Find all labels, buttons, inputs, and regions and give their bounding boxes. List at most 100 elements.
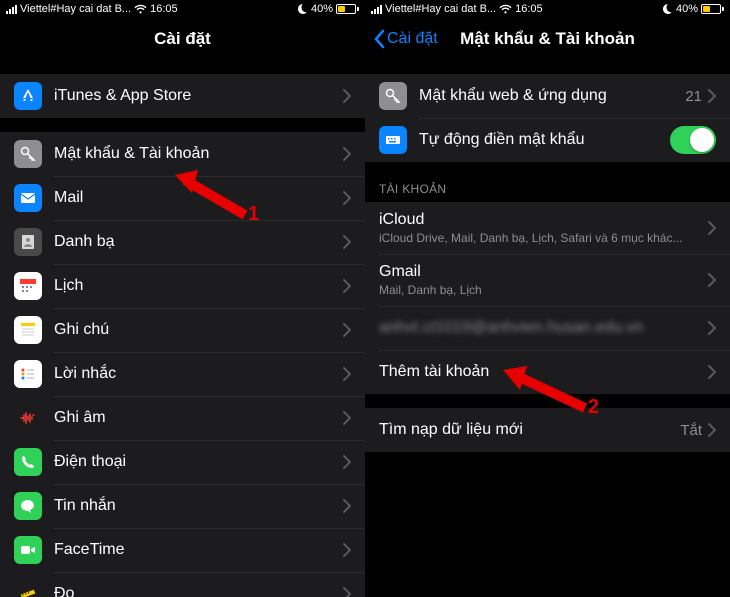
status-bar: Viettel#Hay cai dat B... 16:05 40% — [0, 0, 365, 18]
time-text: 16:05 — [515, 3, 543, 15]
cell-label: Gmail — [379, 263, 708, 281]
passwords-accounts-screen: Viettel#Hay cai dat B... 16:05 40% Cài đ… — [365, 0, 730, 597]
cell-voicememo[interactable]: Ghi âm — [0, 396, 365, 440]
messages-icon — [14, 492, 42, 520]
cell-autofill-passwords[interactable]: Tự động điền mật khẩu — [365, 118, 730, 162]
chevron-right-icon — [343, 235, 351, 249]
settings-group-main: Mật khẩu & Tài khoản Mail Danh bạ Lịch G… — [0, 132, 365, 597]
chevron-right-icon — [343, 279, 351, 293]
chevron-right-icon — [343, 587, 351, 597]
appstore-icon — [14, 82, 42, 110]
cell-label: Mail — [54, 189, 343, 207]
cell-label: Lời nhắc — [54, 365, 343, 383]
cell-account-custom[interactable]: anhvt.ct1019@anhvien.husan.edu.vn — [365, 306, 730, 350]
cell-label: Danh bạ — [54, 233, 343, 251]
cell-label: anhvt.ct1019@anhvien.husan.edu.vn — [379, 319, 708, 337]
reminders-icon — [14, 360, 42, 388]
settings-screen: Viettel#Hay cai dat B... 16:05 40% Cài đ… — [0, 0, 365, 597]
chevron-right-icon — [343, 147, 351, 161]
cell-reminders[interactable]: Lời nhắc — [0, 352, 365, 396]
cell-label: Điện thoại — [54, 453, 343, 471]
cell-value: 21 — [685, 88, 702, 105]
nav-bar: Cài đặt Mật khẩu & Tài khoản — [365, 18, 730, 60]
battery-icon — [701, 4, 724, 14]
dnd-icon — [663, 4, 673, 14]
settings-group-store: iTunes & App Store — [0, 74, 365, 118]
mail-icon — [14, 184, 42, 212]
cell-phone[interactable]: Điện thoại — [0, 440, 365, 484]
cell-mail[interactable]: Mail — [0, 176, 365, 220]
cell-label: Thêm tài khoản — [379, 363, 708, 381]
chevron-right-icon — [708, 273, 716, 287]
cell-facetime[interactable]: FaceTime — [0, 528, 365, 572]
cell-label: iTunes & App Store — [54, 87, 343, 105]
cell-label: Đo — [54, 585, 343, 597]
cell-label: Ghi chú — [54, 321, 343, 339]
cell-account-gmail[interactable]: Gmail Mail, Danh bạ, Lịch — [365, 254, 730, 306]
cell-label: Mật khẩu & Tài khoản — [54, 145, 343, 163]
page-title: Mật khẩu & Tài khoản — [460, 29, 635, 49]
cell-itunes-appstore[interactable]: iTunes & App Store — [0, 74, 365, 118]
cell-passwords-accounts[interactable]: Mật khẩu & Tài khoản — [0, 132, 365, 176]
chevron-right-icon — [343, 543, 351, 557]
dnd-icon — [298, 4, 308, 14]
chevron-right-icon — [343, 191, 351, 205]
cell-contacts[interactable]: Danh bạ — [0, 220, 365, 264]
chevron-right-icon — [343, 411, 351, 425]
chevron-right-icon — [708, 89, 716, 103]
calendar-icon — [14, 272, 42, 300]
cell-messages[interactable]: Tin nhắn — [0, 484, 365, 528]
cell-subtitle: iCloud Drive, Mail, Danh bạ, Lịch, Safar… — [379, 231, 708, 245]
battery-text: 40% — [676, 3, 698, 15]
notes-icon — [14, 316, 42, 344]
carrier-text: Viettel#Hay cai dat B... — [385, 3, 496, 15]
time-text: 16:05 — [150, 3, 178, 15]
cell-fetch-new-data[interactable]: Tìm nạp dữ liệu mới Tắt — [365, 408, 730, 452]
page-title: Cài đặt — [154, 29, 211, 49]
chevron-right-icon — [343, 323, 351, 337]
phone-icon — [14, 448, 42, 476]
cell-calendar[interactable]: Lịch — [0, 264, 365, 308]
wifi-icon — [499, 4, 512, 14]
cell-measure[interactable]: Đo — [0, 572, 365, 597]
group-header: TÀI KHOẢN — [365, 176, 730, 202]
group-password-settings: Mật khẩu web & ứng dụng 21 Tự động điền … — [365, 74, 730, 162]
autofill-toggle[interactable] — [670, 126, 716, 154]
cell-value: Tắt — [680, 422, 702, 439]
cell-account-icloud[interactable]: iCloud iCloud Drive, Mail, Danh bạ, Lịch… — [365, 202, 730, 254]
cell-label: Ghi âm — [54, 409, 343, 427]
chevron-right-icon — [343, 499, 351, 513]
chevron-right-icon — [708, 423, 716, 437]
chevron-right-icon — [708, 321, 716, 335]
chevron-right-icon — [343, 455, 351, 469]
cell-add-account[interactable]: Thêm tài khoản — [365, 350, 730, 394]
measure-icon — [14, 580, 42, 597]
cell-label: Mật khẩu web & ứng dụng — [419, 87, 685, 105]
cell-label: Lịch — [54, 277, 343, 295]
cell-label: Tự động điền mật khẩu — [419, 131, 670, 149]
cell-subtitle: Mail, Danh bạ, Lịch — [379, 283, 708, 297]
cell-label: Tìm nạp dữ liệu mới — [379, 421, 680, 439]
carrier-text: Viettel#Hay cai dat B... — [20, 3, 131, 15]
facetime-icon — [14, 536, 42, 564]
cell-label: Tin nhắn — [54, 497, 343, 515]
status-bar: Viettel#Hay cai dat B... 16:05 40% — [365, 0, 730, 18]
signal-icon — [6, 5, 17, 14]
group-fetch: Tìm nạp dữ liệu mới Tắt — [365, 408, 730, 452]
back-button[interactable]: Cài đặt — [373, 29, 438, 49]
chevron-right-icon — [343, 367, 351, 381]
battery-icon — [336, 4, 359, 14]
nav-bar: Cài đặt — [0, 18, 365, 60]
signal-icon — [371, 5, 382, 14]
key-icon — [14, 140, 42, 168]
chevron-right-icon — [708, 221, 716, 235]
wifi-icon — [134, 4, 147, 14]
cell-label: iCloud — [379, 211, 708, 229]
cell-web-app-passwords[interactable]: Mật khẩu web & ứng dụng 21 — [365, 74, 730, 118]
cell-notes[interactable]: Ghi chú — [0, 308, 365, 352]
battery-text: 40% — [311, 3, 333, 15]
key-icon — [379, 82, 407, 110]
back-label: Cài đặt — [387, 30, 438, 48]
chevron-right-icon — [708, 365, 716, 379]
chevron-right-icon — [343, 89, 351, 103]
